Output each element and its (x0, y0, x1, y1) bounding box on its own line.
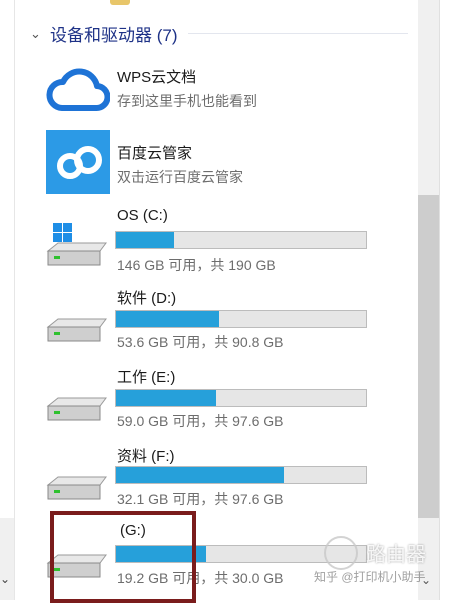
item-description: 双击运行百度云管家 (117, 169, 243, 185)
group-divider (187, 33, 408, 34)
router-icon (324, 536, 358, 570)
drive-name: 软件 (D:) (117, 290, 177, 307)
drive-item-f[interactable]: 资料 (F:) 32.1 GB 可用，共 97.6 GB (40, 443, 380, 515)
navigation-pane[interactable] (0, 0, 15, 600)
wps-cloud-icon (46, 64, 111, 119)
drive-item-d[interactable]: 软件 (D:) 53.6 GB 可用，共 90.8 GB (40, 285, 380, 357)
drive-item-c[interactable]: OS (C:) 146 GB 可用，共 190 GB (40, 203, 380, 275)
drive-icon (46, 315, 108, 350)
drive-item-e[interactable]: 工作 (E:) 59.0 GB 可用，共 97.6 GB (40, 364, 380, 436)
baidu-cloud-icon (46, 130, 110, 199)
item-name: WPS云文档 (117, 69, 197, 86)
drive-usage-bar (115, 389, 367, 407)
chevron-down-icon[interactable]: ⌄ (0, 572, 10, 586)
windows-drive-icon (46, 223, 108, 274)
drive-usage-text: 32.1 GB 可用，共 97.6 GB (117, 491, 284, 507)
drive-name: 工作 (E:) (117, 369, 176, 386)
vertical-scrollbar[interactable]: ⌄ (418, 0, 439, 600)
navigation-pane-scroll-area[interactable] (0, 518, 14, 600)
baidu-cloud-item[interactable]: 百度云管家 双击运行百度云管家 (40, 130, 380, 196)
group-header[interactable]: ⌄ 设备和驱动器 (7) (30, 21, 408, 46)
drive-name: 资料 (F:) (117, 448, 175, 465)
item-name: 百度云管家 (117, 145, 193, 162)
drive-usage-text: 53.6 GB 可用，共 90.8 GB (117, 334, 284, 350)
item-description: 存到这里手机也能看到 (117, 93, 257, 109)
scrollbar-thumb[interactable] (418, 195, 439, 518)
drive-usage-text: 59.0 GB 可用，共 97.6 GB (117, 413, 284, 429)
drive-usage-text: 146 GB 可用，共 190 GB (117, 257, 276, 273)
watermark-brand: 路由器 (366, 544, 426, 566)
chevron-down-icon[interactable]: ⌄ (30, 26, 44, 42)
drive-icon (46, 473, 108, 508)
highlight-box (50, 511, 196, 603)
watermark-sub: 知乎 @打印机小助手 (314, 570, 426, 584)
drive-icon (46, 394, 108, 429)
drive-usage-bar (115, 310, 367, 328)
drive-name: OS (C:) (117, 207, 168, 224)
group-title: 设备和驱动器 (7) (50, 26, 178, 45)
drive-usage-bar (115, 231, 367, 249)
drive-usage-bar (115, 466, 367, 484)
window-edge (439, 0, 453, 600)
folder-icon (110, 0, 130, 5)
wps-cloud-item[interactable]: WPS云文档 存到这里手机也能看到 (40, 60, 380, 120)
